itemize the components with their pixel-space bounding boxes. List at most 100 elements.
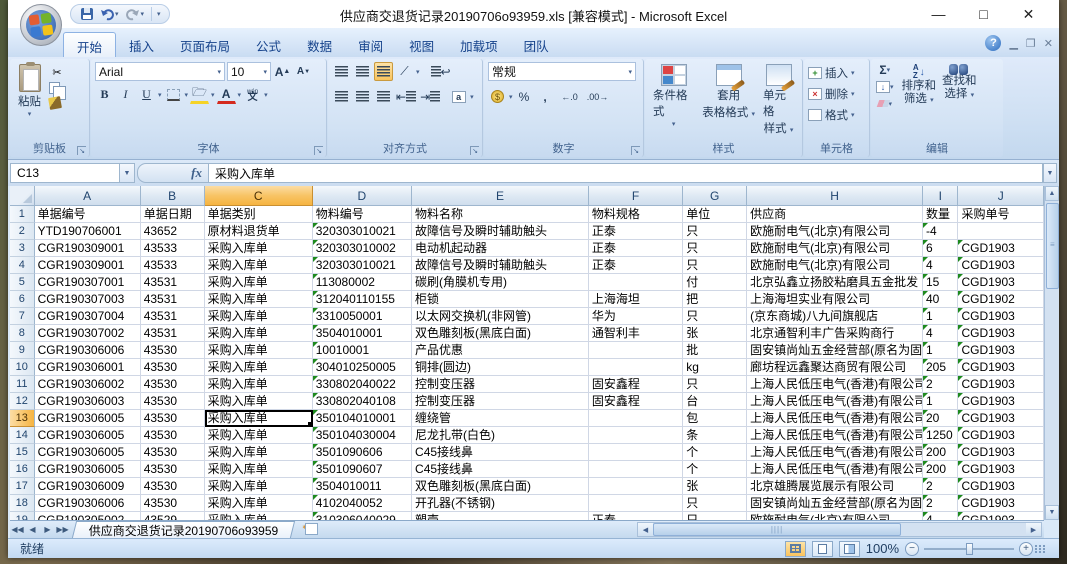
font-dialog-launcher[interactable]: ↘ [314,146,323,155]
scroll-right-icon[interactable]: ▶ [1026,523,1041,536]
row-header-16[interactable]: 16 [10,461,35,478]
cell-C3[interactable]: 采购入库单 [205,240,313,257]
cell-G6[interactable]: 把 [683,291,747,308]
copy-icon[interactable] [49,82,60,94]
cell-H6[interactable]: 上海海坦实业有限公司 [747,291,923,308]
row-header-15[interactable]: 15 [10,444,35,461]
cell-J13[interactable]: CGD1903 [958,410,1044,427]
cell-D12[interactable]: 330802040108 [313,393,412,410]
cell-J5[interactable]: CGD1903 [958,274,1044,291]
cell-C1[interactable]: 单据类别 [205,206,313,223]
minimize-button[interactable]: — [916,0,961,28]
cell-G3[interactable]: 只 [683,240,747,257]
redo-button[interactable]: ▾ [124,7,147,22]
cell-J11[interactable]: CGD1903 [958,376,1044,393]
cell-I2[interactable]: -4 [923,223,958,240]
cell-A6[interactable]: CGR190307003 [35,291,141,308]
next-sheet-icon[interactable]: ▶ [40,522,55,537]
cell-E18[interactable]: 开孔器(不锈钢) [412,495,589,512]
cell-I4[interactable]: 4 [923,257,958,274]
cell-A18[interactable]: CGR190306006 [35,495,141,512]
cell-C8[interactable]: 采购入库单 [205,325,313,342]
paste-button[interactable]: 粘贴 ▾ [14,62,45,120]
cell-C9[interactable]: 采购入库单 [205,342,313,359]
cell-I7[interactable]: 1 [923,308,958,325]
ribbon-tab-2[interactable]: 页面布局 [167,32,243,57]
row-header-8[interactable]: 8 [10,325,35,342]
cell-B17[interactable]: 43530 [141,478,205,495]
cell-I19[interactable]: 4 [923,512,958,520]
insert-function-icon[interactable]: fx [191,165,202,181]
cell-G11[interactable]: 只 [683,376,747,393]
office-button[interactable] [20,4,62,46]
fill-color-icon[interactable]: 🗁 [190,85,209,104]
cell-H7[interactable]: (京东商城)八九间旗舰店 [747,308,923,325]
insert-cells-button[interactable]: +插入▾ [808,62,865,83]
cell-J15[interactable]: CGD1903 [958,444,1044,461]
cell-B11[interactable]: 43530 [141,376,205,393]
cell-D14[interactable]: 350104030004 [313,427,412,444]
cell-J12[interactable]: CGD1903 [958,393,1044,410]
cell-G18[interactable]: 只 [683,495,747,512]
cell-H16[interactable]: 上海人民低压电气(香港)有限公司 [747,461,923,478]
cell-B19[interactable]: 43529 [141,512,205,520]
row-header-11[interactable]: 11 [10,376,35,393]
vertical-scroll-thumb[interactable] [1046,203,1059,289]
cell-B14[interactable]: 43530 [141,427,205,444]
increase-decimal-icon[interactable]: ←.0 [557,87,583,106]
cell-G1[interactable]: 单位 [683,206,747,223]
cell-G15[interactable]: 个 [683,444,747,461]
cell-C4[interactable]: 采购入库单 [205,257,313,274]
cell-G12[interactable]: 台 [683,393,747,410]
cell-F13[interactable] [589,410,683,427]
cell-C18[interactable]: 采购入库单 [205,495,313,512]
cell-H8[interactable]: 北京通智利丰广告采购商行 [747,325,923,342]
cell-D8[interactable]: 3504010001 [313,325,412,342]
cell-B15[interactable]: 43530 [141,444,205,461]
cell-I8[interactable]: 4 [923,325,958,342]
cell-G17[interactable]: 张 [683,478,747,495]
cell-F1[interactable]: 物料规格 [589,206,683,223]
cell-E2[interactable]: 故障信号及瞬时辅助触头 [412,223,589,240]
cell-G4[interactable]: 只 [683,257,747,274]
cell-F6[interactable]: 上海海坦 [589,291,683,308]
orientation-icon[interactable]: ⟋ [395,62,414,81]
decrease-decimal-icon[interactable]: .00→ [585,87,611,106]
help-icon[interactable]: ? [985,35,1001,51]
cell-A7[interactable]: CGR190307004 [35,308,141,325]
row-header-7[interactable]: 7 [10,308,35,325]
ribbon-tab-8[interactable]: 团队 [511,32,562,57]
horizontal-scroll-thumb[interactable]: |||| [653,523,901,536]
column-header-B[interactable]: B [141,186,205,206]
row-header-5[interactable]: 5 [10,274,35,291]
cell-F4[interactable]: 正泰 [589,257,683,274]
font-name-select[interactable]: Arial▾ [95,62,225,81]
cell-C11[interactable]: 采购入库单 [205,376,313,393]
cell-H10[interactable]: 廊坊程远鑫聚达商贸有限公司 [747,359,923,376]
cell-B5[interactable]: 43531 [141,274,205,291]
cell-E17[interactable]: 双色雕刻板(黑底白面) [412,478,589,495]
italic-button[interactable]: I [116,85,135,104]
cell-D19[interactable]: 310306040029 [313,512,412,520]
ribbon-tab-6[interactable]: 视图 [396,32,447,57]
cell-E12[interactable]: 控制变压器 [412,393,589,410]
cell-G8[interactable]: 张 [683,325,747,342]
format-painter-icon[interactable] [48,96,62,110]
cell-I17[interactable]: 2 [923,478,958,495]
cell-F16[interactable] [589,461,683,478]
cell-E4[interactable]: 故障信号及瞬时辅助触头 [412,257,589,274]
row-header-6[interactable]: 6 [10,291,35,308]
insert-worksheet-icon[interactable]: ⁎ [301,522,323,537]
zoom-in-icon[interactable]: + [1019,542,1033,556]
cell-E10[interactable]: 铜排(圆边) [412,359,589,376]
cell-H3[interactable]: 欧施耐电气(北京)有限公司 [747,240,923,257]
column-header-F[interactable]: F [589,186,683,206]
cell-E11[interactable]: 控制变压器 [412,376,589,393]
zoom-slider[interactable]: − + [905,542,1033,556]
cell-I12[interactable]: 1 [923,393,958,410]
clipboard-dialog-launcher[interactable]: ↘ [77,146,86,155]
cell-F19[interactable]: 正泰 [589,512,683,520]
wrap-text-icon[interactable]: ↩ [430,62,452,81]
cell-C15[interactable]: 采购入库单 [205,444,313,461]
ribbon-tab-3[interactable]: 公式 [243,32,294,57]
